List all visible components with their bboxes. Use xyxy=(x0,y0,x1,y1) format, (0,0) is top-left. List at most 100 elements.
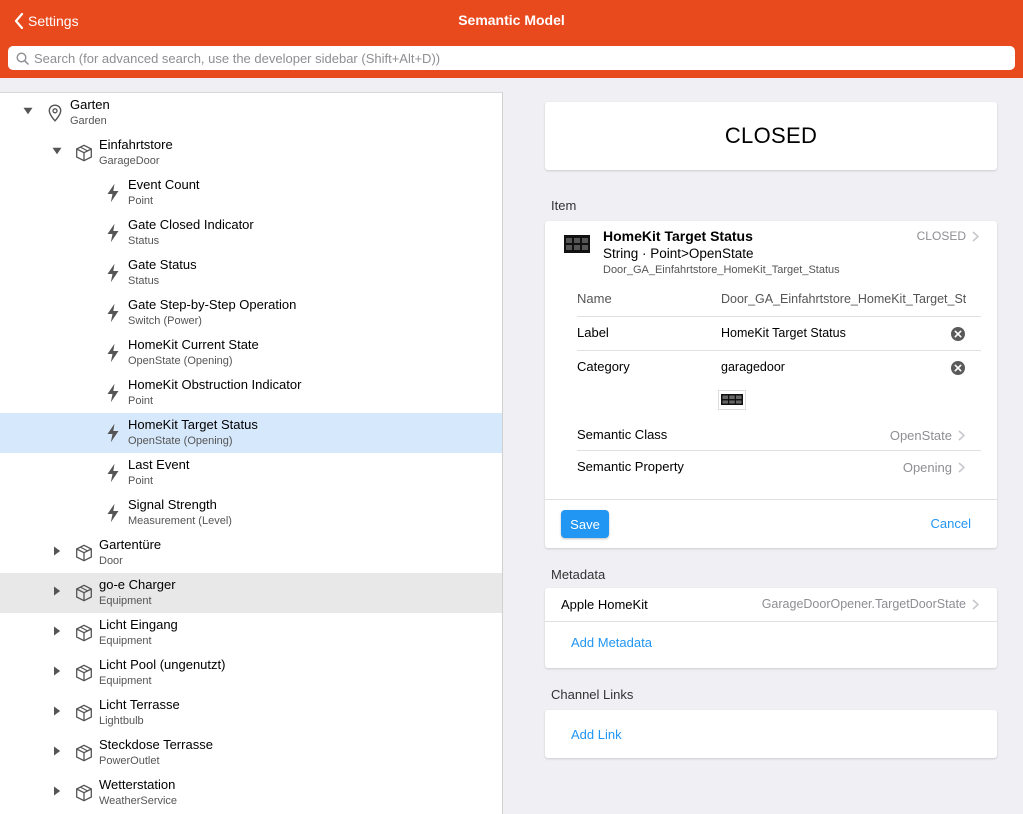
tree-item[interactable]: go-e Charger Equipment xyxy=(0,573,502,613)
tree-item-text: go-e Charger Equipment xyxy=(99,577,176,609)
tree-item-text: HomeKit Current State OpenState (Opening) xyxy=(128,337,259,369)
tree-item[interactable]: Licht Eingang Equipment xyxy=(0,613,502,653)
add-link-button[interactable]: Add Link xyxy=(571,727,622,742)
equipment-cube-icon xyxy=(74,663,94,683)
item-state: CLOSED xyxy=(917,229,979,243)
item-header[interactable]: HomeKit Target Status String · Point>Ope… xyxy=(545,221,997,283)
name-field-value: Door_GA_Einfahrtstore_HomeKit_Target_St xyxy=(721,292,966,306)
semantic-model-tree: Garten Garden Einfahrtstore GarageDoor Event… xyxy=(0,92,503,814)
tree-item[interactable]: Licht Pool (ungenutzt) Equipment xyxy=(0,653,502,693)
tree-item-text: Gate Step-by-Step Operation Switch (Power… xyxy=(128,297,296,329)
tree-item-subtitle: Point xyxy=(128,475,154,487)
lightning-bolt-icon xyxy=(103,183,123,203)
tree-item-title: Wetterstation xyxy=(99,777,176,792)
tree-item[interactable]: Gartentüre Door xyxy=(0,533,502,573)
tree-item-subtitle: Equipment xyxy=(99,595,152,607)
clear-category-icon[interactable] xyxy=(951,361,965,375)
tree-item[interactable]: Gate Status Status xyxy=(0,253,502,293)
search-input[interactable] xyxy=(34,50,1015,66)
equipment-cube-icon xyxy=(74,743,94,763)
tree-item[interactable]: Einfahrtstore GarageDoor xyxy=(0,133,502,173)
tree-toggle[interactable] xyxy=(51,745,63,757)
category-field-row[interactable]: Category garagedoor xyxy=(577,351,981,385)
label-field-input[interactable]: HomeKit Target Status xyxy=(721,326,966,340)
tree-toggle[interactable] xyxy=(51,665,63,677)
tree-item[interactable]: HomeKit Target Status OpenState (Opening) xyxy=(0,413,502,453)
tree-toggle[interactable] xyxy=(51,705,63,717)
tree-item-text: Gartentüre Door xyxy=(99,537,161,569)
tree-item[interactable]: Last Event Point xyxy=(0,453,502,493)
tree-item-text: HomeKit Obstruction Indicator Point xyxy=(128,377,301,409)
tree-item-title: Licht Eingang xyxy=(99,617,178,632)
tree-item[interactable]: HomeKit Obstruction Indicator Point xyxy=(0,373,502,413)
tree-item[interactable]: Garten Garden xyxy=(0,93,502,133)
category-field-input[interactable]: garagedoor xyxy=(721,360,966,374)
save-button[interactable]: Save xyxy=(561,510,609,538)
tree-item-subtitle: OpenState (Opening) xyxy=(128,435,233,447)
channel-links-card: Add Link xyxy=(545,710,997,758)
semantic-class-row[interactable]: Semantic Class OpenState xyxy=(577,419,981,451)
state-display: CLOSED xyxy=(724,123,818,148)
tree-item-title: Einfahrtstore xyxy=(99,137,173,152)
tree-item-subtitle: Status xyxy=(128,235,160,247)
tree-item[interactable]: Event Count Point xyxy=(0,173,502,213)
semantic-property-row[interactable]: Semantic Property Opening xyxy=(577,451,981,485)
tree-item[interactable]: Wetterstation WeatherService xyxy=(0,773,502,813)
lightning-bolt-icon xyxy=(103,423,123,443)
search-bar[interactable] xyxy=(8,46,1015,70)
tree-item-subtitle: GarageDoor xyxy=(99,155,160,167)
top-navbar: Settings Semantic Model xyxy=(0,0,1023,78)
tree-item-subtitle: Measurement (Level) xyxy=(128,515,232,527)
tree-item-subtitle: Equipment xyxy=(99,675,152,687)
tree-item[interactable]: Signal Strength Measurement (Level) xyxy=(0,493,502,533)
chevron-right-icon xyxy=(972,598,979,610)
tree-item-subtitle: PowerOutlet xyxy=(99,755,160,767)
tree-item-title: Licht Terrasse xyxy=(99,697,180,712)
tree-item[interactable]: Gate Step-by-Step Operation Switch (Power… xyxy=(0,293,502,333)
metadata-value-wrap: GarageDoorOpener.TargetDoorState xyxy=(762,597,979,611)
tree-item-text: HomeKit Target Status OpenState (Opening) xyxy=(128,417,258,449)
lightning-bolt-icon xyxy=(103,503,123,523)
add-metadata-button[interactable]: Add Metadata xyxy=(571,635,652,650)
tree-item[interactable]: Steckdose Terrasse PowerOutlet xyxy=(0,733,502,773)
tree-item-text: Licht Terrasse Lightbulb xyxy=(99,697,180,729)
metadata-section-title: Metadata xyxy=(551,567,606,582)
label-field-row[interactable]: Label HomeKit Target Status xyxy=(577,317,981,351)
metadata-card: Apple HomeKit GarageDoorOpener.TargetDoo… xyxy=(545,588,997,668)
detail-panel: CLOSED Item HomeKit Target Status String… xyxy=(504,92,1023,814)
tree-item-title: go-e Charger xyxy=(99,577,176,592)
tree-item[interactable]: Gate Closed Indicator Status xyxy=(0,213,502,253)
caret-right-icon xyxy=(54,626,61,636)
channel-links-section-title: Channel Links xyxy=(551,687,634,702)
tree-item-subtitle: Equipment xyxy=(99,635,152,647)
tree-item[interactable]: HomeKit Current State OpenState (Opening) xyxy=(0,333,502,373)
tree-item-subtitle: Switch (Power) xyxy=(128,315,202,327)
lightning-bolt-icon xyxy=(103,303,123,323)
clear-label-icon[interactable] xyxy=(951,327,965,341)
tree-item-title: HomeKit Target Status xyxy=(128,417,258,432)
tree-item[interactable]: Licht Terrasse Lightbulb xyxy=(0,693,502,733)
metadata-row-apple-homekit[interactable]: Apple HomeKit GarageDoorOpener.TargetDoo… xyxy=(545,588,997,622)
search-icon xyxy=(16,51,29,65)
tree-item-title: Gate Closed Indicator xyxy=(128,217,254,232)
name-field-row: Name Door_GA_Einfahrtstore_HomeKit_Targe… xyxy=(577,283,981,317)
caret-right-icon xyxy=(54,786,61,796)
tree-toggle[interactable] xyxy=(51,625,63,637)
lightning-bolt-icon xyxy=(103,343,123,363)
tree-toggle[interactable] xyxy=(51,545,63,557)
tree-toggle[interactable] xyxy=(51,785,63,797)
caret-right-icon xyxy=(54,746,61,756)
tree-toggle[interactable] xyxy=(22,105,34,117)
semantic-property-value-wrap: Opening xyxy=(903,460,965,475)
tree-item-subtitle: Point xyxy=(128,395,154,407)
tree-toggle[interactable] xyxy=(51,145,63,157)
cancel-button[interactable]: Cancel xyxy=(931,516,971,531)
tree-item-subtitle: Door xyxy=(99,555,123,567)
tree-toggle[interactable] xyxy=(51,585,63,597)
equipment-cube-icon xyxy=(74,543,94,563)
tree-item-text: Gate Closed Indicator Status xyxy=(128,217,254,249)
state-card: CLOSED xyxy=(545,102,997,170)
name-field-label: Name xyxy=(577,291,612,306)
caret-down-icon xyxy=(52,147,62,155)
garagedoor-icon xyxy=(564,235,590,253)
